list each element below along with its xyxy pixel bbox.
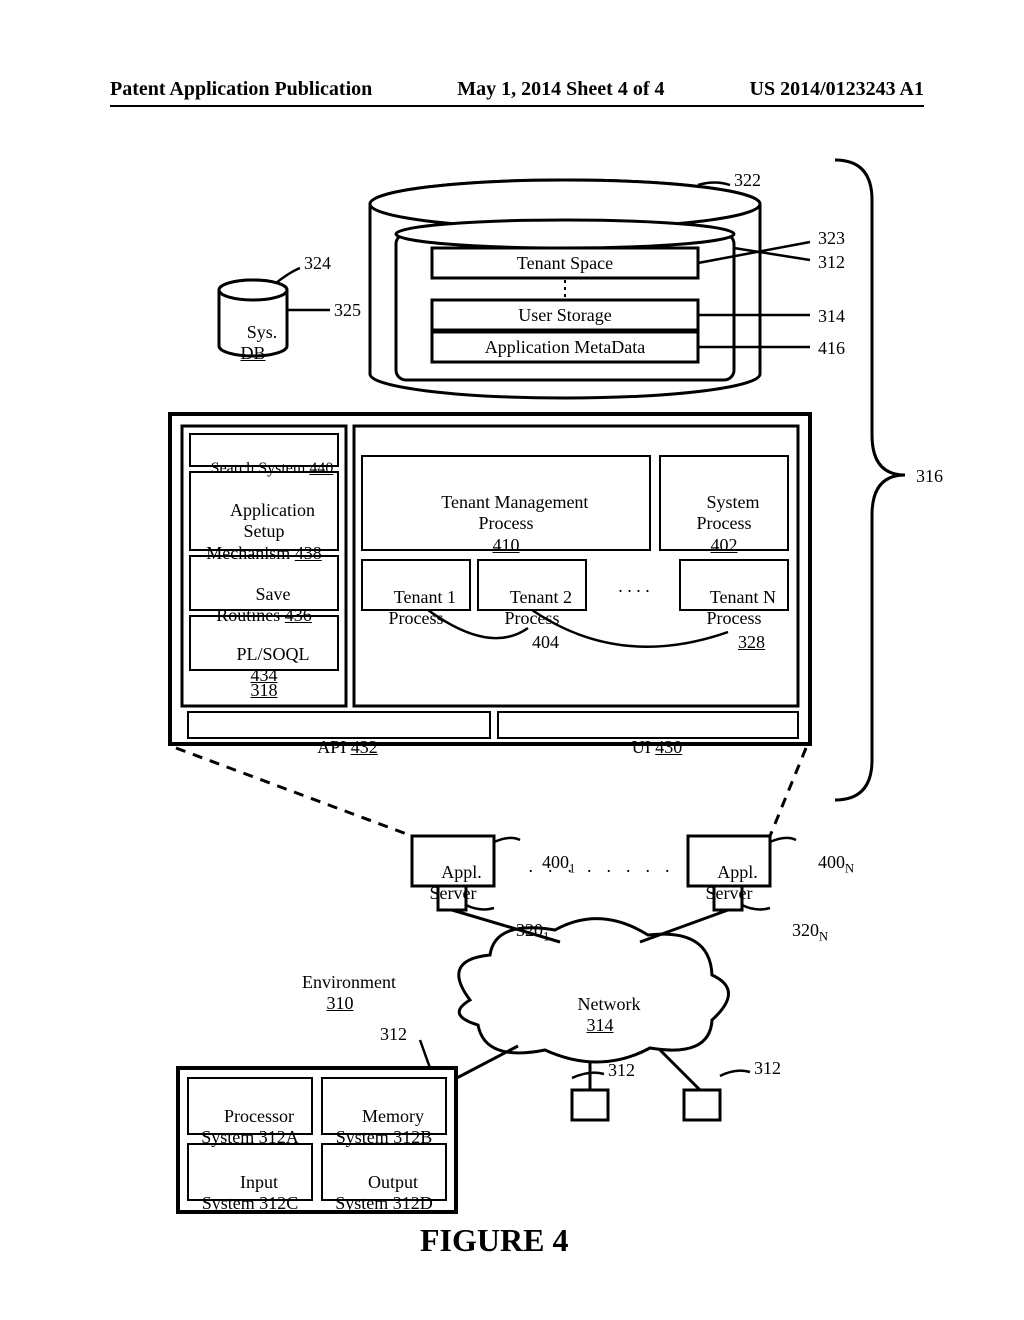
tenant-mgmt-process: Tenant ManagementProcess410 <box>362 470 650 578</box>
ref-316: 316 <box>916 466 943 488</box>
ref-312-small-right: 312 <box>754 1058 781 1080</box>
ref-325: 325 <box>334 300 361 322</box>
tenant-space-label: Tenant Space <box>432 253 698 275</box>
tenant-n: Tenant NProcess <box>680 565 788 651</box>
server-dots: . . . . . . . . <box>520 856 680 878</box>
appl-server-n: Appl.Server <box>688 840 770 926</box>
ref-318: 318 <box>190 680 338 702</box>
ref-312-client: 312 <box>380 1024 407 1046</box>
input-system: InputSystem 312C <box>188 1150 312 1236</box>
app-metadata-label: Application MetaData <box>432 337 698 359</box>
ref-312-small-left: 312 <box>608 1060 635 1082</box>
ref-416: 416 <box>818 338 845 360</box>
api-label: API 432 <box>188 715 490 780</box>
tenant-dots: . . . . <box>598 576 670 598</box>
ref-404: 404 <box>532 632 559 654</box>
ref-400-n: 400N <box>800 830 854 898</box>
tenant-1: Tenant 1Process <box>362 565 470 651</box>
ref-322: 322 <box>734 170 761 192</box>
ref-312-db: 312 <box>818 252 845 274</box>
user-storage-label: User Storage <box>432 305 698 327</box>
diagram-svg <box>0 0 1024 1320</box>
ref-328: 328 <box>738 632 765 654</box>
ref-324: 324 <box>304 253 331 275</box>
main-db-cylinder <box>370 180 810 398</box>
ref-323: 323 <box>818 228 845 250</box>
appl-server-1: Appl.Server <box>412 840 494 926</box>
system-process: SystemProcess402 <box>660 470 788 578</box>
ref-320-n: 320N <box>774 898 828 966</box>
figure-caption: FIGURE 4 <box>420 1222 568 1259</box>
network-label: Network314 <box>530 972 670 1058</box>
ui-label: UI 430 <box>498 715 798 780</box>
ref-314-db: 314 <box>818 306 845 328</box>
ref-320-1: 3201 <box>498 898 549 966</box>
sys-db-label: Sys.DB <box>219 300 287 386</box>
